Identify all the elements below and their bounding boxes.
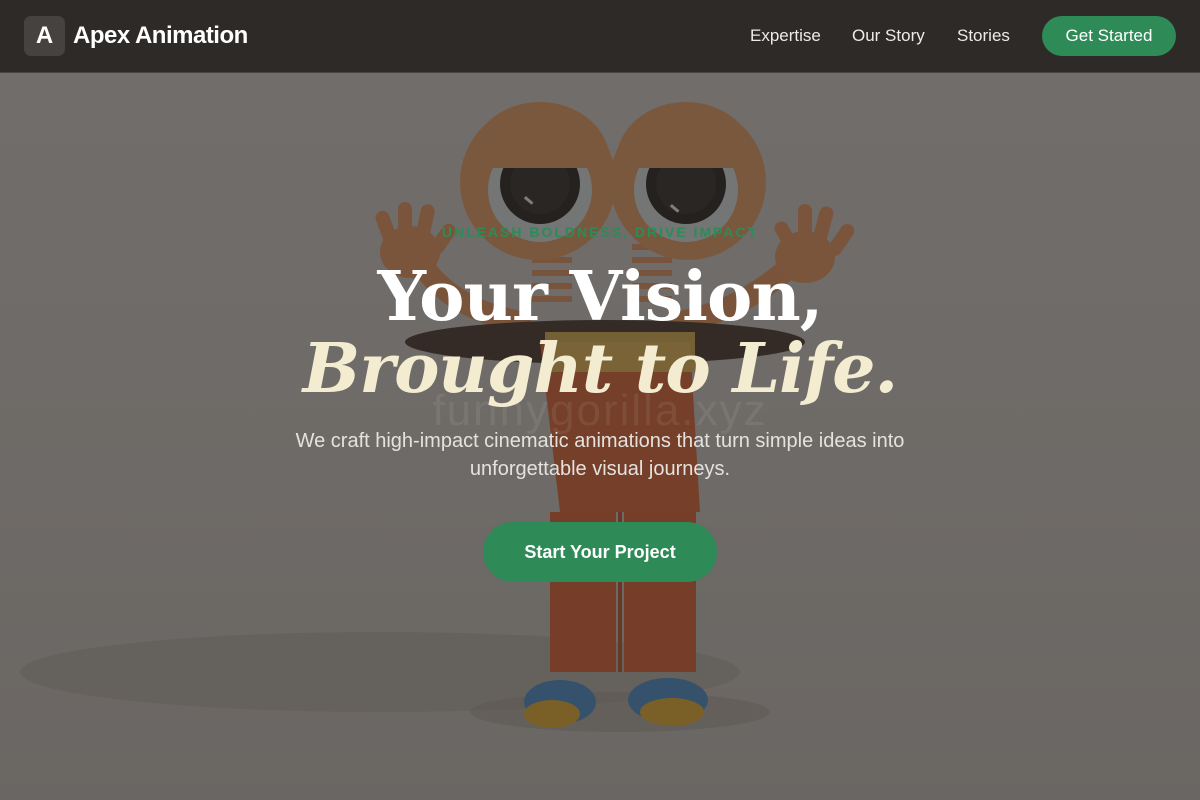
logo-letter: A xyxy=(35,22,54,49)
nav-expertise[interactable]: Expertise xyxy=(750,26,821,46)
hero-eyebrow: UNLEASH BOLDNESS, DRIVE IMPACT xyxy=(441,224,759,240)
nav-our-story[interactable]: Our Story xyxy=(852,26,925,46)
hero-section: funnygorilla.xyz UNLEASH BOLDNESS, DRIVE… xyxy=(0,72,1200,800)
hero-subtext: We craft high-impact cinematic animation… xyxy=(295,430,905,480)
get-started-button[interactable]: Get Started xyxy=(1042,16,1176,56)
hero-headline-line1: Your Vision, xyxy=(377,257,824,337)
brand-name[interactable]: Apex Animation xyxy=(73,20,248,52)
logo-mark[interactable]: A xyxy=(24,16,65,56)
hero-headline-line2: Brought to Life. xyxy=(302,329,898,409)
site-header: A Apex Animation Expertise Our Story Sto… xyxy=(0,0,1200,72)
start-project-button[interactable]: Start Your Project xyxy=(483,522,717,582)
nav-stories[interactable]: Stories xyxy=(957,26,1010,46)
